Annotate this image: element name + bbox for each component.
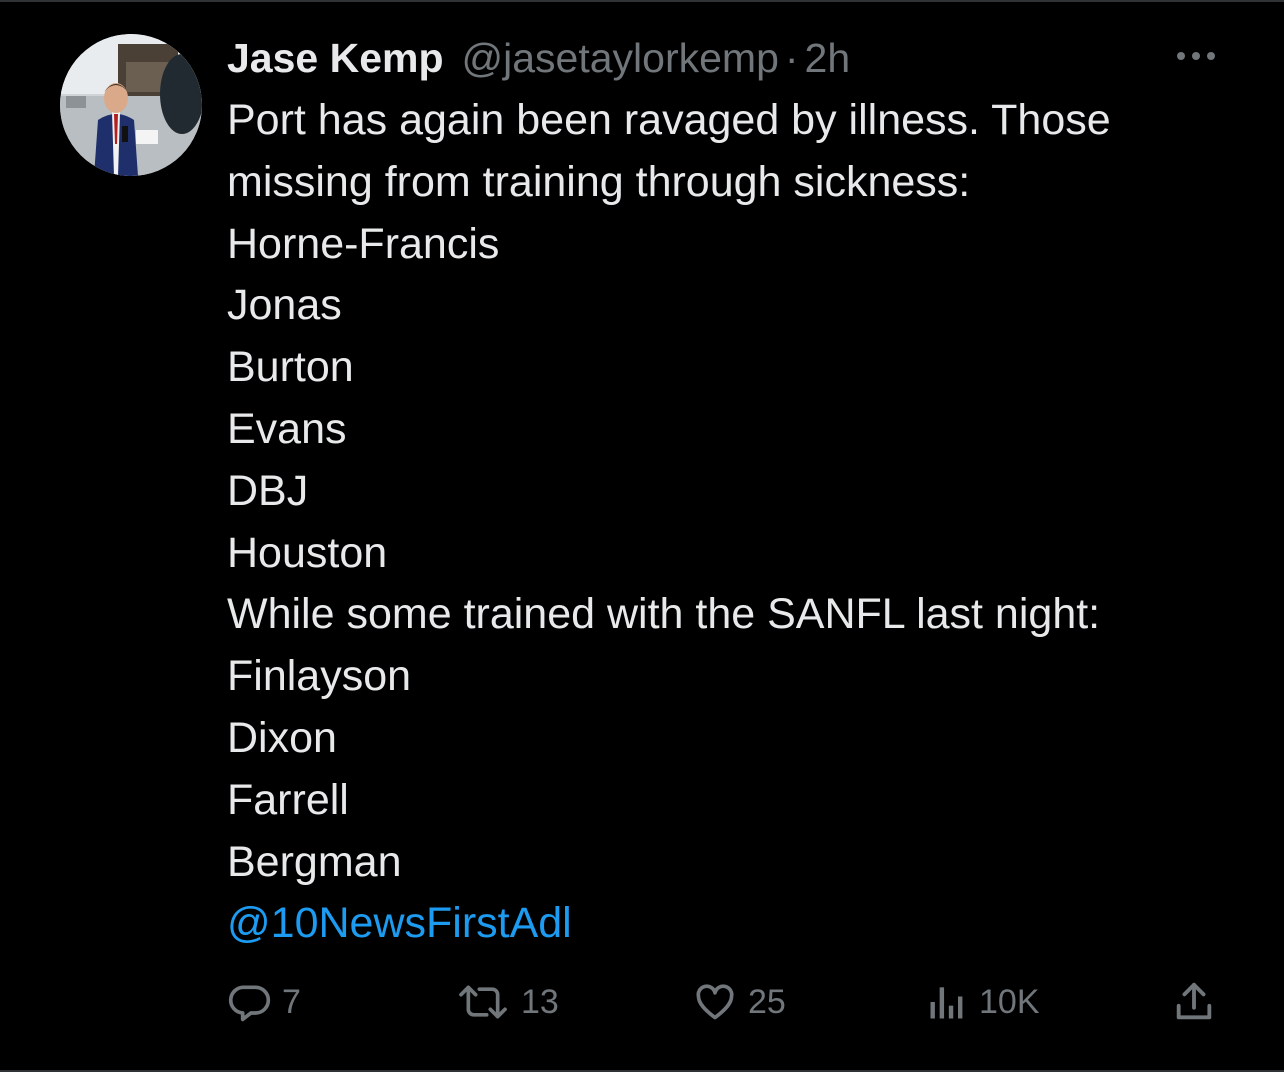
views-button[interactable]: 10K	[925, 970, 1040, 1034]
repost-count: 13	[521, 982, 559, 1021]
author-display-name[interactable]: Jase Kemp	[227, 30, 444, 86]
like-icon	[692, 980, 738, 1024]
tweet-line: Dixon	[227, 713, 337, 762]
tweet-header: Jase Kemp @jasetaylorkemp · 2h	[227, 30, 850, 86]
tweet-line: Port has again been ravaged by illness. …	[227, 96, 1111, 144]
repost-icon	[455, 980, 511, 1024]
tweet-line: Jonas	[227, 281, 342, 330]
repost-button[interactable]: 13	[455, 970, 559, 1034]
reply-count: 7	[282, 982, 301, 1021]
tweet[interactable]: Jase Kemp @jasetaylorkemp · 2h Port has …	[0, 0, 1284, 1072]
more-options-button[interactable]	[1170, 38, 1222, 74]
top-divider	[0, 0, 1284, 2]
tweet-line: Burton	[227, 343, 354, 392]
tweet-actions: 7 13 25 10K	[0, 970, 1284, 1034]
tweet-line: While some trained with the SANFL last n…	[227, 590, 1101, 639]
like-button[interactable]: 25	[692, 970, 786, 1034]
author-handle[interactable]: @jasetaylorkemp	[462, 30, 779, 86]
avatar[interactable]	[60, 34, 202, 176]
reply-icon	[228, 980, 272, 1024]
tweet-text: Port has again been ravaged by illness. …	[227, 90, 1247, 955]
tweet-timestamp[interactable]: 2h	[805, 30, 851, 86]
tweet-line: Finlayson	[227, 652, 412, 701]
tweet-line: Evans	[227, 404, 347, 453]
tweet-line: Horne-Francis	[227, 219, 500, 268]
tweet-line: Houston	[227, 528, 388, 577]
tweet-line: Bergman	[227, 837, 402, 886]
like-count: 25	[748, 982, 786, 1021]
tweet-line: DBJ	[227, 466, 309, 515]
share-button[interactable]	[1170, 970, 1218, 1034]
reply-button[interactable]: 7	[228, 970, 301, 1034]
views-count: 10K	[979, 982, 1040, 1021]
views-icon	[925, 980, 969, 1024]
more-icon	[1177, 52, 1215, 60]
tweet-line: Farrell	[227, 775, 349, 824]
mention-link[interactable]: @10NewsFirstAdl	[227, 893, 1247, 955]
tweet-line: missing from training through sickness:	[227, 157, 971, 206]
share-icon	[1170, 979, 1218, 1025]
header-separator: ·	[784, 35, 799, 81]
